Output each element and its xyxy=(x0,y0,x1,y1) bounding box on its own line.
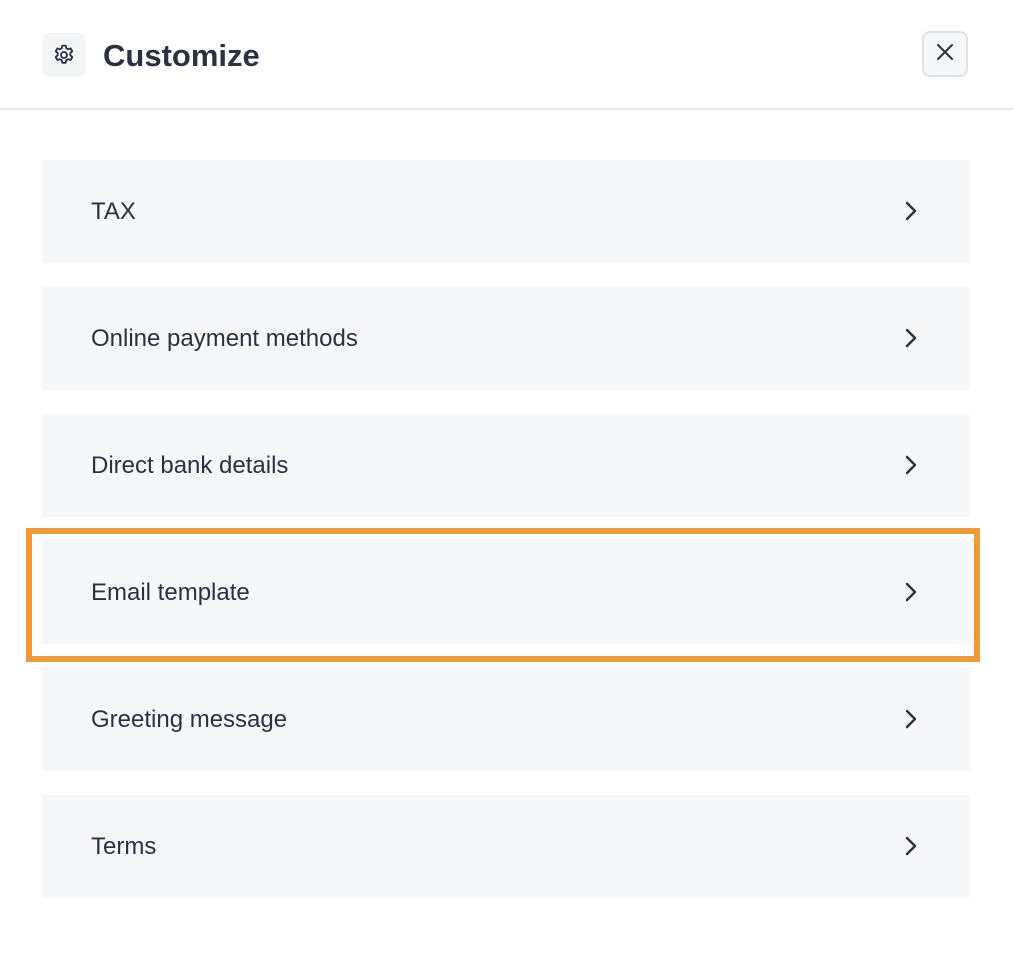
menu-item-label: Email template xyxy=(91,579,250,606)
menu-item-greeting-message[interactable]: Greeting message xyxy=(42,668,970,771)
panel-header: Customize xyxy=(0,0,1014,110)
menu-item-tax[interactable]: TAX xyxy=(42,160,970,263)
chevron-right-icon xyxy=(900,200,922,222)
chevron-right-icon xyxy=(900,708,922,730)
menu-item-email-template[interactable]: Email template xyxy=(42,541,970,644)
close-icon xyxy=(935,42,955,67)
gear-icon xyxy=(42,33,86,77)
menu-item-online-payment-methods[interactable]: Online payment methods xyxy=(42,287,970,390)
chevron-right-icon xyxy=(900,835,922,857)
menu-item-label: Direct bank details xyxy=(91,452,289,479)
menu-item-terms[interactable]: Terms xyxy=(42,795,970,898)
close-button[interactable] xyxy=(922,31,968,77)
menu-item-label: Greeting message xyxy=(91,706,288,733)
page-title: Customize xyxy=(103,38,260,73)
menu-item-direct-bank-details[interactable]: Direct bank details xyxy=(42,414,970,517)
chevron-right-icon xyxy=(900,327,922,349)
chevron-right-icon xyxy=(900,581,922,603)
menu-item-label: TAX xyxy=(91,198,136,225)
chevron-right-icon xyxy=(900,454,922,476)
menu-item-label: Online payment methods xyxy=(91,325,358,352)
menu-item-label: Terms xyxy=(91,833,157,860)
customize-menu: TAX Online payment methods Direct bank d… xyxy=(42,160,970,922)
